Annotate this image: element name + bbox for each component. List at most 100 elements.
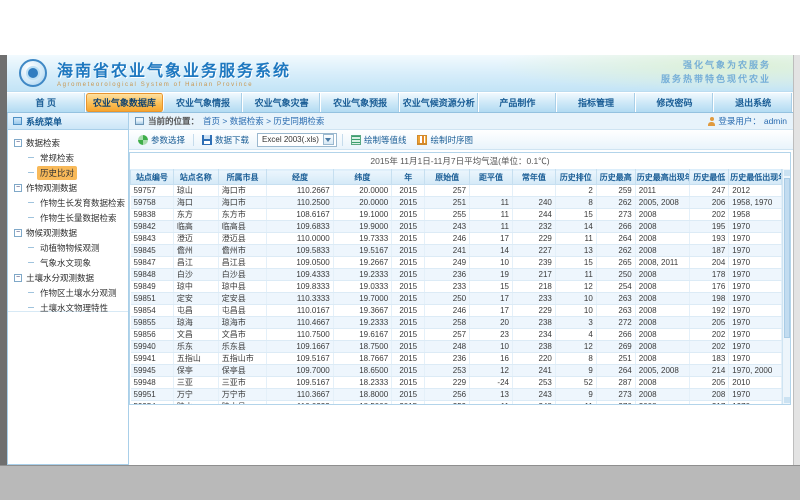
tree-node[interactable]: −物候观测数据 [14,225,128,240]
table-cell: 253 [512,377,555,389]
column-header[interactable]: 原始值 [425,170,470,185]
tree-node[interactable]: −数据检索 [14,135,128,150]
table-cell: 9 [555,365,596,377]
table-row[interactable]: 59948三亚三亚市109.516718.23332015229-2425352… [131,377,782,389]
draw-timeseries-button[interactable]: 绘制时序图 [414,133,476,147]
table-cell: 59945 [131,365,174,377]
column-header[interactable]: 所属市县 [218,170,267,185]
dropdown-button[interactable] [323,134,334,145]
column-header[interactable]: 历史最高出现年份 [635,170,690,185]
column-header[interactable]: 历史最低出现年份 [729,170,782,185]
tree-item[interactable]: 作物生长发育数据检索 [14,195,128,210]
column-header[interactable]: 站点名称 [173,170,218,185]
table-cell: 10 [470,341,513,353]
column-header[interactable]: 历史最低 [690,170,729,185]
column-header[interactable]: 历史最高 [596,170,635,185]
column-header[interactable]: 经度 [267,170,333,185]
scrollbar-thumb[interactable] [784,178,790,338]
tree-item[interactable]: 气象水文现象 [14,255,128,270]
tree-node[interactable]: −作物观测数据 [14,180,128,195]
nav-tab-4[interactable]: 农业气象灾害 [243,93,322,112]
table-row[interactable]: 59757琼山海口市110.266720.0000201525722592011… [131,185,782,197]
nav-tab-10[interactable]: 退出系统 [714,93,793,112]
table-cell: 18.8000 [333,389,391,401]
tree-item-label: 历史比对 [37,166,77,180]
nav-tab-3[interactable]: 农业气象情报 [164,93,243,112]
table-cell: 232 [512,221,555,233]
column-header[interactable]: 纬度 [333,170,391,185]
tree-node[interactable]: −土壤水分观测数据 [14,270,128,285]
table-row[interactable]: 59849琼中琼中县109.833319.0333201523315218122… [131,281,782,293]
table-cell: 59851 [131,293,174,305]
table-row[interactable]: 59843澄迈澄迈县110.000019.7333201524617229112… [131,233,782,245]
table-cell: 218 [512,281,555,293]
table-row[interactable]: 59854屯昌屯昌县110.016719.3667201524617229102… [131,305,782,317]
table-row[interactable]: 59848白沙白沙县109.433319.2333201523619217112… [131,269,782,281]
nav-tab-9[interactable]: 修改密码 [636,93,715,112]
collapse-icon[interactable]: − [14,274,22,282]
table-row[interactable]: 59951万宁万宁市110.366718.8000201525613243927… [131,389,782,401]
nav-tab-7[interactable]: 产品制作 [479,93,558,112]
nav-tab-8[interactable]: 指标管理 [557,93,636,112]
table-cell: 18.7667 [333,353,391,365]
vertical-scrollbar[interactable] [782,169,790,404]
nav-tab-2[interactable]: 农业气象数据库 [86,93,165,112]
draw-contour-button[interactable]: 绘制等值线 [348,133,410,147]
tree-item[interactable]: 历史比对 [14,165,128,180]
tree-node-label: 数据检索 [26,137,60,149]
tree-item[interactable]: 作物生长量数据检索 [14,210,128,225]
table-cell: 176 [690,281,729,293]
table-row[interactable]: 59941五指山五指山市109.516718.76672015236162208… [131,353,782,365]
tree-item[interactable]: 动植物物候观测 [14,240,128,255]
scroll-up-icon[interactable] [784,170,790,176]
table-row[interactable]: 59847昌江昌江县109.050019.2667201524910239152… [131,257,782,269]
table-cell: 217 [512,269,555,281]
table-cell: 1970 [729,305,782,317]
save-icon [202,135,212,145]
column-header[interactable]: 距平值 [470,170,513,185]
table-row[interactable]: 59758海口海口市110.250020.0000201525111240826… [131,197,782,209]
table-row[interactable]: 59845儋州儋州市109.583319.5167201524114227132… [131,245,782,257]
collapse-icon[interactable]: − [14,229,22,237]
column-header[interactable]: 历史排位 [555,170,596,185]
table-row[interactable]: 59838东方东方市108.616719.1000201525511244152… [131,209,782,221]
scroll-down-icon[interactable] [784,397,790,403]
tree-item[interactable]: 土壤水文物理特性 [14,300,128,315]
table-row[interactable]: 59954陵水陵水县110.033318.5000201525911248112… [131,401,782,406]
data-download-button[interactable]: 数据下载 [199,133,252,147]
nav-tab-1[interactable]: 首 页 [7,93,86,112]
table-row[interactable]: 59851定安定安县110.333319.7000201525017233102… [131,293,782,305]
table-cell: 12 [470,365,513,377]
table-cell: 1970 [729,293,782,305]
table-row[interactable]: 59842临高临高县109.683319.9000201524311232142… [131,221,782,233]
table-row[interactable]: 59940乐东乐东县109.166718.7500201524810238122… [131,341,782,353]
tree-item[interactable]: 作物区土壤水分观测 [14,285,128,300]
app-window: 海南省农业气象业务服务系统 Agrometeorological System … [7,55,793,465]
nav-tab-5[interactable]: 农业气象预报 [321,93,400,112]
collapse-icon[interactable]: − [14,184,22,192]
export-format-select[interactable]: Excel 2003(.xls) [257,133,337,147]
collapse-icon[interactable]: − [14,139,22,147]
table-cell: 243 [512,389,555,401]
column-header[interactable]: 站点编号 [131,170,174,185]
column-header[interactable]: 年 [392,170,425,185]
params-select-button[interactable]: 参数选择 [135,133,188,147]
table-cell: 187 [690,245,729,257]
tree-branch-line [28,262,34,263]
table-cell: 2015 [392,305,425,317]
breadcrumb[interactable]: 首页 > 数据检索 > 历史同期检索 [203,115,324,127]
app-title: 海南省农业气象业务服务系统 [57,57,291,81]
table-cell: 259 [425,401,470,406]
nav-tab-6[interactable]: 农业气候资源分析 [400,93,479,112]
table-row[interactable]: 59945保亭保亭县109.700018.6500201525312241926… [131,365,782,377]
table-cell: 1970 [729,329,782,341]
column-header[interactable]: 常年值 [512,170,555,185]
table-cell: 1970 [729,341,782,353]
table-row[interactable]: 59855琼海琼海市110.466719.2333201525820238327… [131,317,782,329]
table-cell: 259 [596,185,635,197]
table-row[interactable]: 59856文昌文昌市110.750019.6167201525723234426… [131,329,782,341]
table-cell: 2015 [392,353,425,365]
table-cell: 19.2667 [333,257,391,269]
tree-item[interactable]: 常规检索 [14,150,128,165]
table-cell: 2008 [635,317,690,329]
